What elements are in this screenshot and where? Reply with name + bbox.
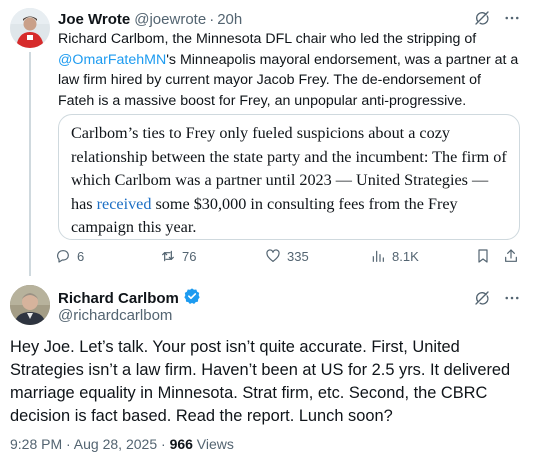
- share-icon: [505, 249, 517, 262]
- verified-badge-icon[interactable]: [183, 287, 201, 310]
- parent-tweet-text: Richard Carlbom, the Minnesota DFL chair…: [58, 29, 520, 111]
- retweet-count: 76: [182, 248, 197, 264]
- reply-button[interactable]: 6: [55, 248, 84, 264]
- author-handle[interactable]: @joewrote: [134, 11, 206, 28]
- author-handle[interactable]: @richardcarlbom: [58, 307, 172, 324]
- main-tweet-text: Hey Joe. Let’s talk. Your post isn’t qui…: [10, 338, 511, 425]
- tweet-header-icons: [473, 289, 521, 312]
- avatar[interactable]: [10, 8, 50, 48]
- mention-link[interactable]: @OmarFatehMN: [58, 52, 166, 68]
- main-tweet[interactable]: Richard Carlbom @richardcarlbom Hey Joe.…: [0, 276, 533, 464]
- tweet-time[interactable]: 20h: [217, 11, 242, 28]
- author-name[interactable]: Joe Wrote: [58, 11, 130, 28]
- bookmark-icon: [478, 249, 488, 263]
- avatar-photo-icon: [10, 8, 50, 48]
- like-button[interactable]: 335: [265, 248, 309, 264]
- more-icon[interactable]: [503, 289, 521, 312]
- quoted-text: Carlbom’s ties to Frey only fueled suspi…: [71, 122, 507, 240]
- parent-tweet-header: Joe Wrote @joewrote · 20h: [58, 9, 521, 29]
- views-icon: [372, 250, 384, 262]
- parent-tweet[interactable]: Joe Wrote @joewrote · 20h Richard Carlbo…: [0, 0, 533, 276]
- tweet-timestamp[interactable]: 9:28 PM · Aug 28, 2025: [10, 436, 157, 452]
- retweet-icon: [162, 250, 174, 262]
- thread-connector-line: [29, 52, 31, 276]
- avatar[interactable]: [10, 285, 50, 325]
- author-name[interactable]: Richard Carlbom: [58, 290, 179, 307]
- tweet-meta: 9:28 PM · Aug 28, 2025 · 966 Views: [10, 436, 234, 452]
- bookmark-button[interactable]: [475, 248, 491, 264]
- views-count: 8.1K: [392, 248, 419, 264]
- share-button[interactable]: [503, 248, 519, 264]
- like-icon: [266, 249, 280, 262]
- grok-icon[interactable]: [473, 289, 491, 312]
- more-icon[interactable]: [503, 9, 521, 31]
- views-label: Views: [192, 436, 234, 452]
- like-count: 335: [287, 248, 309, 264]
- action-bar: 6 76 335 8.1K: [55, 248, 520, 266]
- views-count: 966: [169, 436, 193, 452]
- separator-dot: ·: [157, 436, 170, 452]
- reply-count: 6: [77, 248, 85, 264]
- quoted-link[interactable]: received: [97, 195, 152, 213]
- quoted-card[interactable]: Carlbom’s ties to Frey only fueled suspi…: [58, 114, 520, 240]
- avatar-photo-icon: [10, 285, 50, 325]
- tweet-text-part: Richard Carlbom, the Minnesota DFL chair…: [58, 31, 477, 47]
- views-button[interactable]: 8.1K: [370, 248, 419, 264]
- retweet-button[interactable]: 76: [160, 248, 196, 264]
- separator-dot: ·: [209, 10, 215, 28]
- grok-icon[interactable]: [473, 9, 491, 31]
- reply-icon: [57, 250, 69, 263]
